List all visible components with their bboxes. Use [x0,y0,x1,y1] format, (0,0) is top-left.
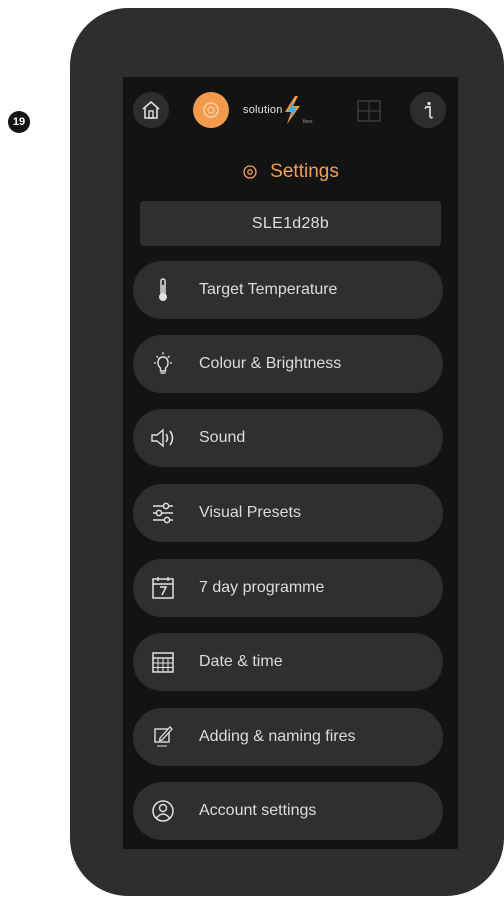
flame-ring-icon [203,102,219,118]
page-title-text: Settings [270,161,339,182]
menu-item-colour-brightness[interactable]: Colour & Brightness [133,335,443,393]
sliders-icon [139,484,187,542]
menu-item-label: Target Temperature [199,281,338,298]
page-title: Settings [123,158,458,186]
grid-icon[interactable] [356,99,382,123]
menu-item-date-time[interactable]: Date & time [133,633,443,691]
user-icon [139,782,187,840]
menu-item-account-settings[interactable]: Account settings [133,782,443,840]
fire-power-button[interactable] [193,92,229,128]
speaker-icon [139,409,187,467]
menu-item-label: Adding & naming fires [199,728,356,745]
menu-item-adding-naming-fires[interactable]: Adding & naming fires [133,708,443,766]
menu-item-label: Visual Presets [199,504,301,521]
menu-item-label: Sound [199,429,246,446]
menu-item-visual-presets[interactable]: Visual Presets [133,484,443,542]
edit-icon [139,708,187,766]
thermometer-icon [139,261,187,319]
info-button[interactable] [410,92,446,128]
solution-fires-logo: solution fires [243,95,335,129]
calendar-grid-icon [139,633,187,691]
settings-gear-icon [243,165,257,179]
menu-item-label: Date & time [199,653,283,670]
menu-item-label: 7 day programme [199,579,325,596]
logo-text: solution [243,104,283,116]
menu-item-7-day-programme[interactable]: 7 day programme [133,559,443,617]
top-bar: solution fires [123,77,458,143]
device-name-field[interactable]: SLE1d28b [140,201,441,246]
lightbulb-icon [139,335,187,393]
menu-item-sound[interactable]: Sound [133,409,443,467]
lightning-bolt-icon [285,96,300,124]
logo-subtext: fires [303,119,313,125]
menu-item-label: Colour & Brightness [199,355,342,372]
calendar-icon [139,559,187,617]
app-screen: solution fires Settings SLE1d28b Target … [123,77,458,849]
menu-item-target-temperature[interactable]: Target Temperature [133,261,443,319]
home-button[interactable] [133,92,169,128]
home-icon [142,101,160,119]
menu-item-label: Account settings [199,802,317,819]
info-icon [424,101,433,119]
step-number-badge: 19 [8,111,30,133]
